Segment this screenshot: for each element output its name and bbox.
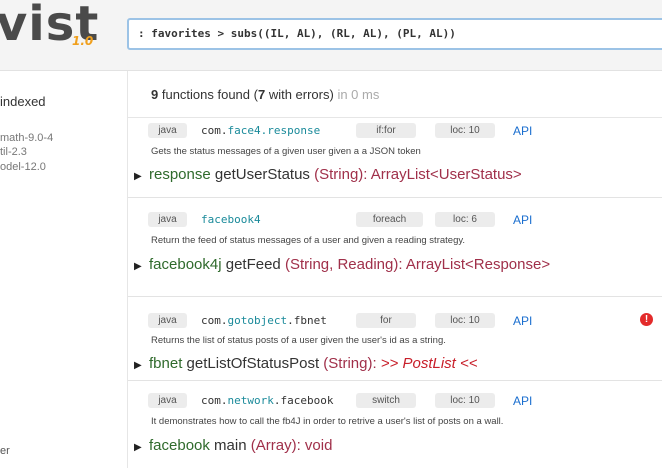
result-description: Returns the list of status posts of a us… — [151, 335, 446, 346]
construct-tag: if:for — [356, 123, 416, 138]
results-summary: 9 functions found (7 with errors) in 0 m… — [128, 71, 662, 118]
result-card: java com.network.facebook switch loc: 10… — [128, 381, 662, 468]
error-alert-icon[interactable]: ! — [640, 313, 653, 326]
loc-badge: loc: 6 — [435, 212, 495, 227]
search-time: in 0 ms — [333, 87, 380, 102]
sidebar-library-item[interactable]: odel-12.0 — [0, 161, 46, 173]
sidebar-library-item[interactable]: til-2.3 — [0, 146, 27, 158]
package-name[interactable]: com.network.facebook — [201, 394, 333, 407]
loc-badge: loc: 10 — [435, 123, 495, 138]
sidebar-title: indexed — [0, 94, 46, 109]
package-name[interactable]: facebook4 — [201, 213, 261, 226]
sidebar-footer[interactable]: er — [0, 445, 10, 457]
summary-text: functions found ( — [158, 87, 258, 102]
triangle-right-icon[interactable]: ▶ — [134, 261, 149, 272]
construct-tag: for — [356, 313, 416, 328]
app-version: 1.0 — [72, 34, 94, 48]
language-badge: java — [148, 393, 187, 408]
sidebar: indexed math-9.0-4 til-2.3 odel-12.0 er — [0, 71, 128, 468]
package-name[interactable]: com.face4.response — [201, 124, 320, 137]
construct-tag: switch — [356, 393, 416, 408]
result-description: It demonstrates how to call the fb4J in … — [151, 416, 504, 427]
language-badge: java — [148, 313, 187, 328]
construct-tag: foreach — [356, 212, 423, 227]
result-description: Gets the status messages of a given user… — [151, 146, 421, 157]
triangle-right-icon[interactable]: ▶ — [134, 171, 149, 182]
language-badge: java — [148, 212, 187, 227]
loc-badge: loc: 10 — [435, 393, 495, 408]
app-header: vist 1.0 : favorites > subs((IL, AL), (R… — [0, 0, 662, 71]
api-link[interactable]: API — [513, 394, 532, 408]
summary-text-2: with errors) — [265, 87, 334, 102]
function-signature[interactable]: ▶ response getUserStatus (String): ArrayL… — [134, 166, 522, 183]
api-link[interactable]: API — [513, 314, 532, 328]
loc-badge: loc: 10 — [435, 313, 495, 328]
result-card: java com.gotobject.fbnet for loc: 10 API… — [128, 297, 662, 381]
triangle-right-icon[interactable]: ▶ — [134, 442, 149, 453]
results-panel: 9 functions found (7 with errors) in 0 m… — [128, 71, 662, 468]
package-name[interactable]: com.gotobject.fbnet — [201, 314, 327, 327]
function-signature[interactable]: ▶ fbnet getListOfStatusPost (String): >> … — [134, 355, 478, 372]
function-signature[interactable]: ▶ facebook main (Array): void — [134, 437, 332, 454]
api-link[interactable]: API — [513, 213, 532, 227]
api-link[interactable]: API — [513, 124, 532, 138]
function-signature[interactable]: ▶ facebook4j getFeed (String, Reading): A… — [134, 256, 550, 273]
language-badge: java — [148, 123, 187, 138]
query-input[interactable]: : favorites > subs((IL, AL), (RL, AL), (… — [127, 18, 662, 50]
result-description: Return the feed of status messages of a … — [151, 235, 466, 246]
result-card: java com.face4.response if:for loc: 10 A… — [128, 118, 662, 198]
result-card: java facebook4 foreach loc: 6 API Return… — [128, 198, 662, 297]
sidebar-library-item[interactable]: math-9.0-4 — [0, 132, 53, 144]
triangle-right-icon[interactable]: ▶ — [134, 360, 149, 371]
